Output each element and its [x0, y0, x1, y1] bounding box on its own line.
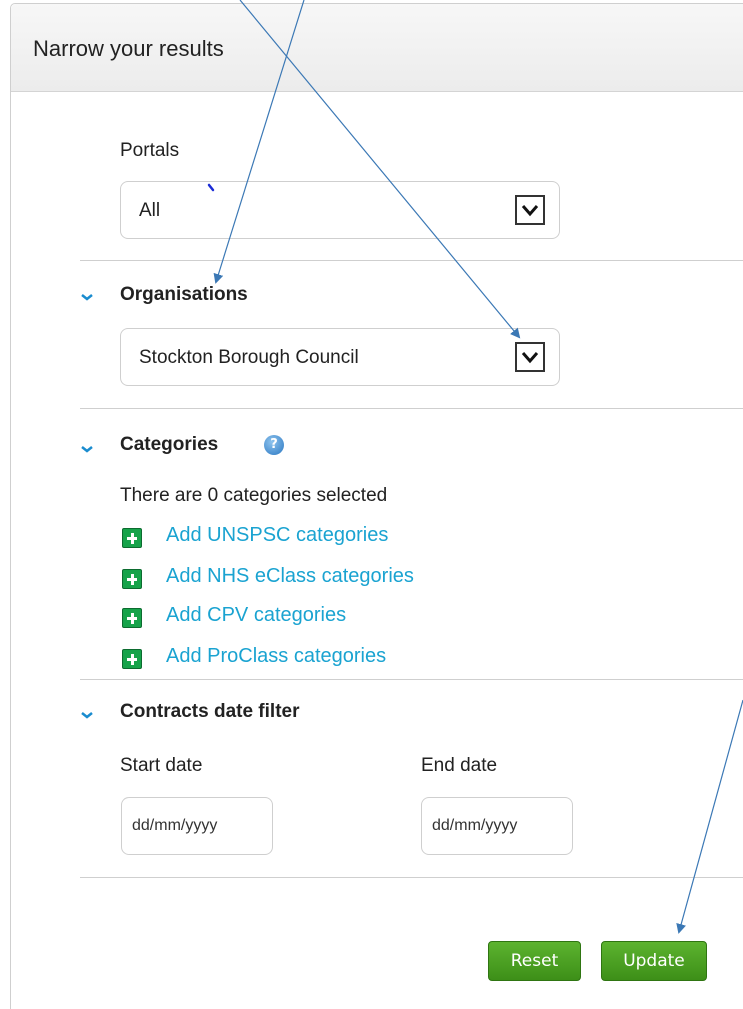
- help-icon[interactable]: ?: [264, 435, 284, 455]
- date-filter-title[interactable]: Contracts date filter: [120, 701, 299, 723]
- section-divider: [80, 877, 743, 878]
- end-date-placeholder: dd/mm/yyyy: [432, 817, 518, 834]
- add-nhs-eclass-categories-text[interactable]: Add NHS eClass categories: [166, 565, 414, 588]
- plus-icon: [122, 528, 142, 548]
- organisations-select[interactable]: Stockton Borough Council: [120, 328, 560, 386]
- portals-select[interactable]: All: [120, 181, 560, 239]
- chevron-down-icon[interactable]: [80, 292, 94, 302]
- organisations-title[interactable]: Organisations: [120, 284, 248, 306]
- end-date-label: End date: [421, 755, 498, 776]
- section-divider: [80, 408, 743, 409]
- dropdown-arrow-icon[interactable]: [515, 195, 545, 225]
- start-date-label: Start date: [120, 755, 203, 776]
- portals-label: Portals: [120, 140, 180, 161]
- panel-title: Narrow your results: [33, 36, 224, 61]
- plus-icon: [122, 608, 142, 628]
- chevron-down-icon[interactable]: [80, 710, 94, 720]
- dropdown-arrow-icon[interactable]: [515, 342, 545, 372]
- panel-header: Narrow your results: [11, 4, 743, 92]
- portals-select-value: All: [139, 200, 161, 221]
- add-proclass-categories-text[interactable]: Add ProClass categories: [166, 645, 386, 668]
- add-cpv-categories-text[interactable]: Add CPV categories: [166, 604, 346, 627]
- update-button[interactable]: Update: [601, 941, 707, 981]
- plus-icon: [122, 569, 142, 589]
- start-date-input[interactable]: dd/mm/yyyy: [121, 797, 273, 855]
- add-unspsc-categories-text[interactable]: Add UNSPSC categories: [166, 524, 388, 547]
- section-divider: [80, 260, 743, 261]
- start-date-placeholder: dd/mm/yyyy: [132, 817, 218, 834]
- categories-title[interactable]: Categories: [120, 434, 218, 456]
- chevron-down-icon[interactable]: [80, 444, 94, 454]
- plus-icon: [122, 649, 142, 669]
- organisations-select-value: Stockton Borough Council: [139, 347, 359, 368]
- categories-summary: There are 0 categories selected: [120, 485, 388, 506]
- end-date-input[interactable]: dd/mm/yyyy: [421, 797, 573, 855]
- reset-button[interactable]: Reset: [488, 941, 581, 981]
- narrow-results-page: Narrow your results Portals All Organisa…: [0, 0, 743, 1009]
- section-divider: [80, 679, 743, 680]
